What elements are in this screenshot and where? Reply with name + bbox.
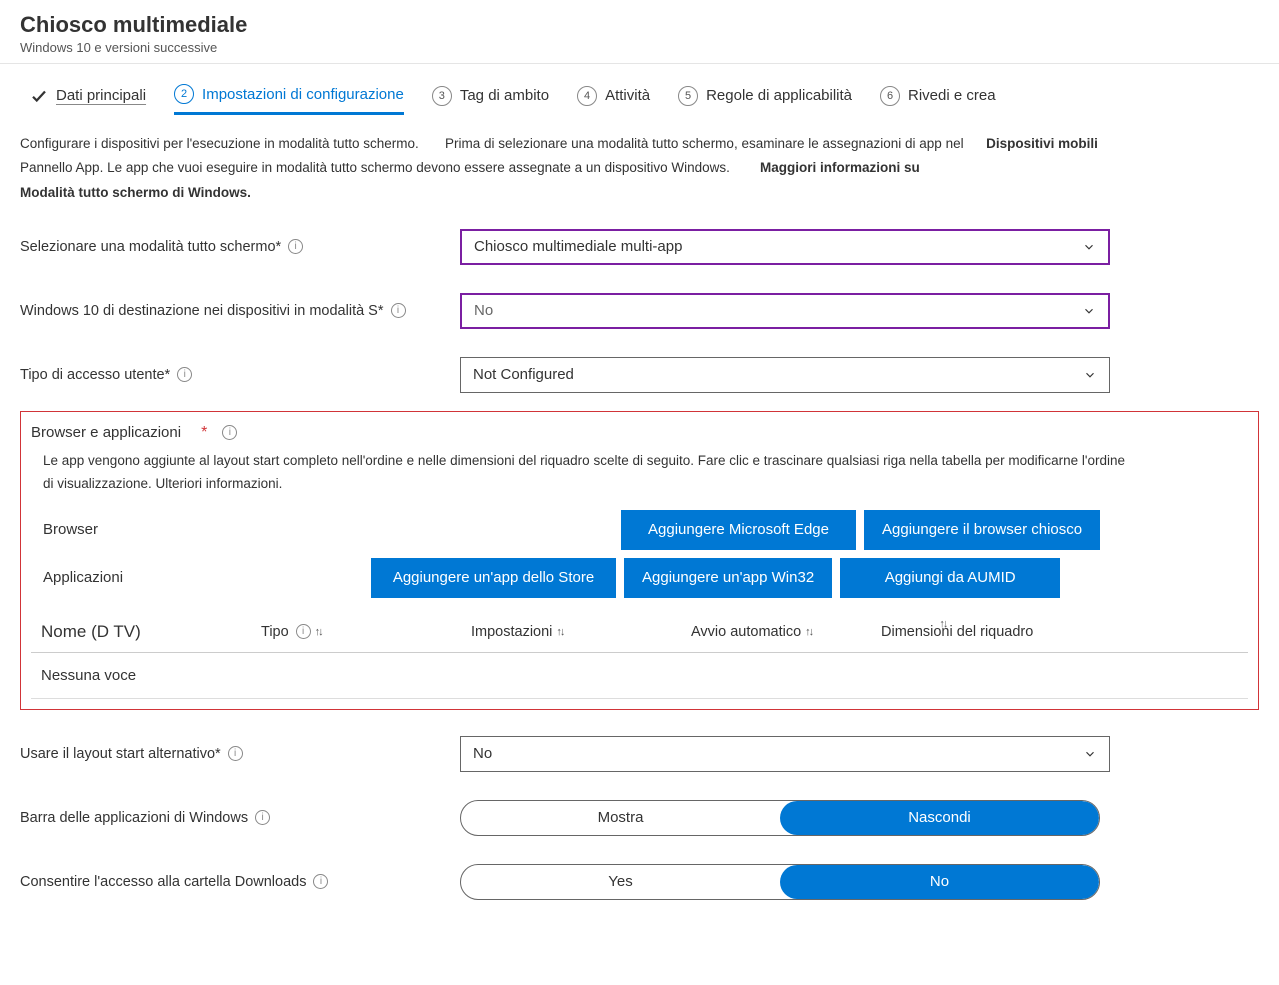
- logon-type-select[interactable]: Not Configured: [460, 357, 1110, 393]
- browser-apps-section: Browser e applicazioni * i Le app vengon…: [20, 411, 1259, 710]
- add-edge-button[interactable]: Aggiungere Microsoft Edge: [621, 510, 856, 550]
- info-icon: i: [296, 624, 311, 639]
- tab-applicability-rules[interactable]: 5 Regole di applicabilità: [678, 86, 852, 114]
- section-heading: Browser e applicazioni: [31, 424, 181, 441]
- add-store-app-button[interactable]: Aggiungere un'app dello Store: [371, 558, 616, 598]
- step-number: 3: [432, 86, 452, 106]
- tab-configuration-settings[interactable]: 2 Impostazioni di configurazione: [174, 84, 404, 115]
- downloads-toggle: Yes No: [460, 864, 1100, 900]
- add-kiosk-browser-button[interactable]: Aggiungere il browser chiosco: [864, 510, 1100, 550]
- add-aumid-button[interactable]: Aggiungi da AUMID: [840, 558, 1060, 598]
- info-icon[interactable]: i: [177, 367, 192, 382]
- win10s-select[interactable]: No: [460, 293, 1110, 329]
- info-icon[interactable]: i: [313, 874, 328, 889]
- tab-label: Attività: [605, 87, 650, 104]
- sort-icon: ↑↓: [939, 618, 946, 630]
- win10s-label: Windows 10 di destinazione nei dispositi…: [20, 303, 460, 319]
- alt-layout-select[interactable]: No: [460, 736, 1110, 772]
- taskbar-show-option[interactable]: Mostra: [461, 801, 780, 835]
- tab-label: Dati principali: [56, 87, 146, 104]
- step-number: 5: [678, 86, 698, 106]
- sort-icon: ↑↓: [805, 626, 812, 638]
- th-tile-size[interactable]: Dimensioni del riquadro↑↓: [881, 624, 1081, 640]
- chevron-down-icon: [1083, 747, 1097, 761]
- mobile-devices-link[interactable]: Dispositivi mobili: [986, 136, 1098, 151]
- chevron-down-icon: [1083, 368, 1097, 382]
- downloads-no-option[interactable]: No: [780, 865, 1099, 899]
- tab-label: Tag di ambito: [460, 87, 549, 104]
- tab-label: Rivedi e crea: [908, 87, 996, 104]
- tab-label: Regole di applicabilità: [706, 87, 852, 104]
- th-autolaunch[interactable]: Avvio automatico↑↓: [691, 624, 881, 640]
- taskbar-toggle: Mostra Nascondi: [460, 800, 1100, 836]
- logon-type-label: Tipo di accesso utente* i: [20, 367, 460, 383]
- step-number: 4: [577, 86, 597, 106]
- wizard-tabs: Dati principali 2 Impostazioni di config…: [0, 64, 1279, 116]
- check-icon: [30, 87, 48, 105]
- required-star: *: [201, 424, 207, 442]
- info-icon[interactable]: i: [288, 239, 303, 254]
- applications-row-label: Applicazioni: [31, 569, 371, 586]
- taskbar-label: Barra delle applicazioni di Windows i: [20, 810, 460, 826]
- step-number: 6: [880, 86, 900, 106]
- step-number: 2: [174, 84, 194, 104]
- info-icon[interactable]: i: [391, 303, 406, 318]
- page-subtitle: Windows 10 e versioni successive: [20, 40, 1259, 55]
- tab-assignments[interactable]: 4 Attività: [577, 86, 650, 114]
- kiosk-mode-select[interactable]: Chiosco multimediale multi-app: [460, 229, 1110, 265]
- downloads-label: Consentire l'accesso alla cartella Downl…: [20, 874, 460, 890]
- page-title: Chiosco multimediale: [20, 12, 1259, 38]
- section-description: Le app vengono aggiunte al layout start …: [43, 450, 1236, 496]
- chevron-down-icon: [1082, 240, 1096, 254]
- sort-icon: ↑↓: [556, 626, 563, 638]
- taskbar-hide-option[interactable]: Nascondi: [780, 801, 1099, 835]
- page-header: Chiosco multimediale Windows 10 e versio…: [0, 0, 1279, 64]
- th-type[interactable]: Tipoi↑↓: [261, 624, 471, 640]
- th-name[interactable]: Nome (D TV): [41, 622, 261, 642]
- info-icon[interactable]: i: [228, 746, 243, 761]
- browser-row-label: Browser: [31, 521, 371, 538]
- downloads-yes-option[interactable]: Yes: [461, 865, 780, 899]
- learn-more-link[interactable]: Maggiori informazioni su: [760, 160, 920, 175]
- kiosk-mode-label: Selezionare una modalità tutto schermo* …: [20, 239, 460, 255]
- sort-icon: ↑↓: [315, 626, 322, 638]
- th-settings[interactable]: Impostazioni↑↓: [471, 624, 691, 640]
- add-win32-app-button[interactable]: Aggiungere un'app Win32: [624, 558, 832, 598]
- tab-review-create[interactable]: 6 Rivedi e crea: [880, 86, 996, 114]
- info-icon[interactable]: i: [255, 810, 270, 825]
- chevron-down-icon: [1082, 304, 1096, 318]
- tab-label: Impostazioni di configurazione: [202, 86, 404, 103]
- apps-table-header: Nome (D TV) Tipoi↑↓ Impostazioni↑↓ Avvio…: [31, 608, 1248, 653]
- tab-scope-tags[interactable]: 3 Tag di ambito: [432, 86, 549, 114]
- intro-text: Configurare i dispositivi per l'esecuzio…: [20, 132, 1259, 205]
- alt-layout-label: Usare il layout start alternativo* i: [20, 746, 460, 762]
- info-icon[interactable]: i: [222, 425, 237, 440]
- empty-table-row: Nessuna voce: [31, 653, 1248, 699]
- tab-basics[interactable]: Dati principali: [30, 87, 146, 113]
